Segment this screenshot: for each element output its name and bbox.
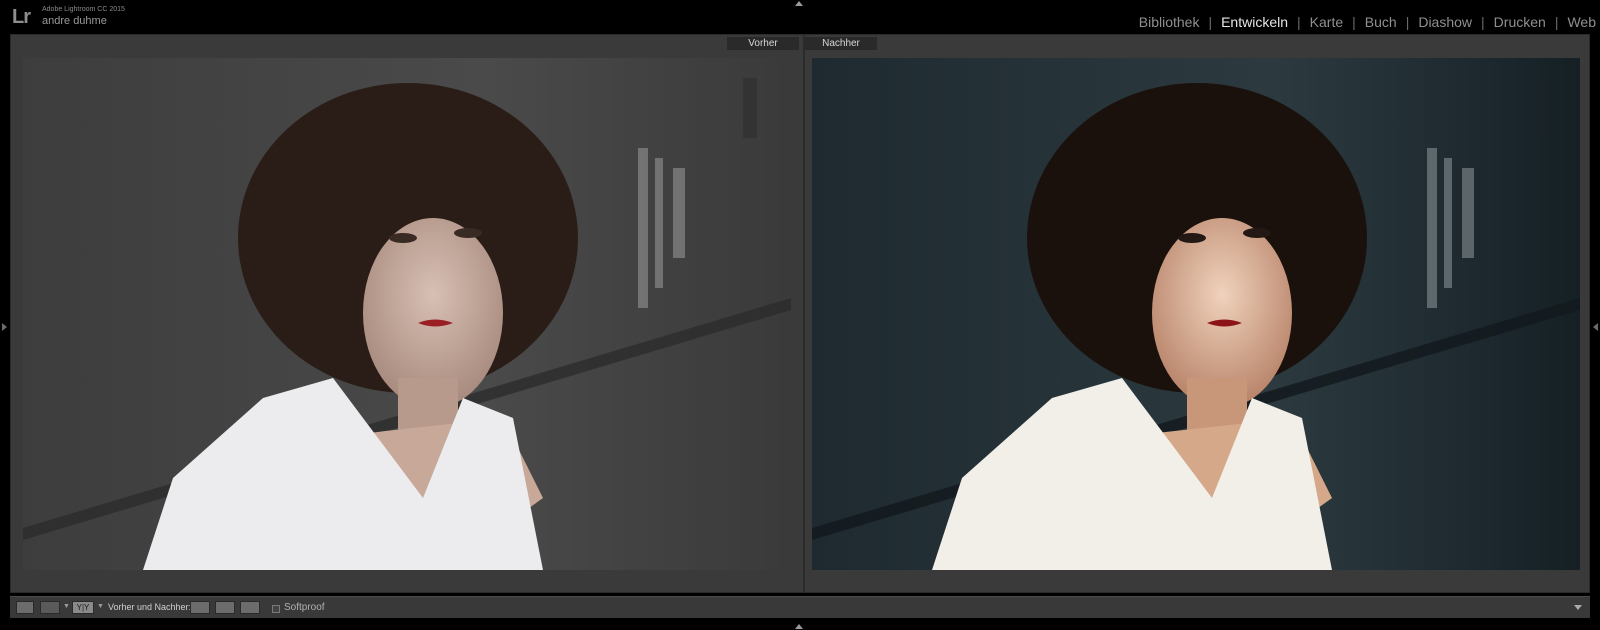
softproof-label: Softproof	[284, 602, 325, 613]
copy-before-to-after-button[interactable]	[190, 601, 210, 614]
module-bibliothek[interactable]: Bibliothek	[1139, 14, 1200, 30]
before-photo[interactable]	[23, 58, 791, 570]
copy-after-to-before-button[interactable]	[215, 601, 235, 614]
module-web[interactable]: Web	[1567, 14, 1596, 30]
bottom-panel-toggle-icon[interactable]	[795, 624, 803, 629]
bottom-toolbar: ▼ Y|Y ▼ Vorher und Nachher: Softproof	[10, 596, 1590, 618]
module-entwickeln[interactable]: Entwickeln	[1221, 14, 1288, 30]
portrait-before-image	[23, 58, 791, 570]
after-photo[interactable]	[812, 58, 1580, 570]
chevron-down-icon[interactable]: ▼	[97, 603, 104, 610]
loupe-view-button[interactable]	[16, 601, 34, 614]
chevron-down-icon[interactable]: ▼	[63, 603, 70, 610]
module-buch[interactable]: Buch	[1365, 14, 1397, 30]
module-separator: |	[1208, 14, 1213, 30]
after-label: Nachher	[805, 37, 877, 50]
before-after-workspace: Vorher Nachher	[10, 34, 1590, 593]
before-after-label: Vorher und Nachher:	[108, 602, 192, 612]
module-karte[interactable]: Karte	[1310, 14, 1343, 30]
module-separator: |	[1352, 14, 1356, 30]
toolbar-menu-icon[interactable]	[1574, 605, 1582, 610]
view-divider	[803, 35, 805, 592]
portrait-after-image	[812, 58, 1580, 570]
module-separator: |	[1481, 14, 1485, 30]
app-name: Adobe Lightroom CC 2015	[42, 6, 125, 13]
module-picker: Bibliothek | Entwickeln | Karte | Buch |…	[1139, 14, 1596, 30]
user-name: andre duhme	[42, 15, 107, 27]
top-panel-toggle-icon[interactable]	[795, 1, 803, 6]
right-panel-toggle-icon[interactable]	[1593, 323, 1598, 331]
module-drucken[interactable]: Drucken	[1494, 14, 1546, 30]
module-separator: |	[1297, 14, 1301, 30]
module-diashow[interactable]: Diashow	[1418, 14, 1472, 30]
module-separator: |	[1405, 14, 1410, 30]
module-separator: |	[1554, 14, 1559, 30]
app-header: Lr Adobe Lightroom CC 2015 andre duhme B…	[0, 0, 1600, 34]
before-after-split-button[interactable]: Y|Y	[72, 601, 94, 614]
before-after-left-right-button[interactable]	[40, 601, 60, 614]
left-panel-toggle-icon[interactable]	[2, 323, 7, 331]
swap-before-after-button[interactable]	[240, 601, 260, 614]
before-label: Vorher	[727, 37, 799, 50]
softproof-checkbox[interactable]	[272, 605, 280, 613]
lightroom-logo: Lr	[12, 6, 31, 28]
